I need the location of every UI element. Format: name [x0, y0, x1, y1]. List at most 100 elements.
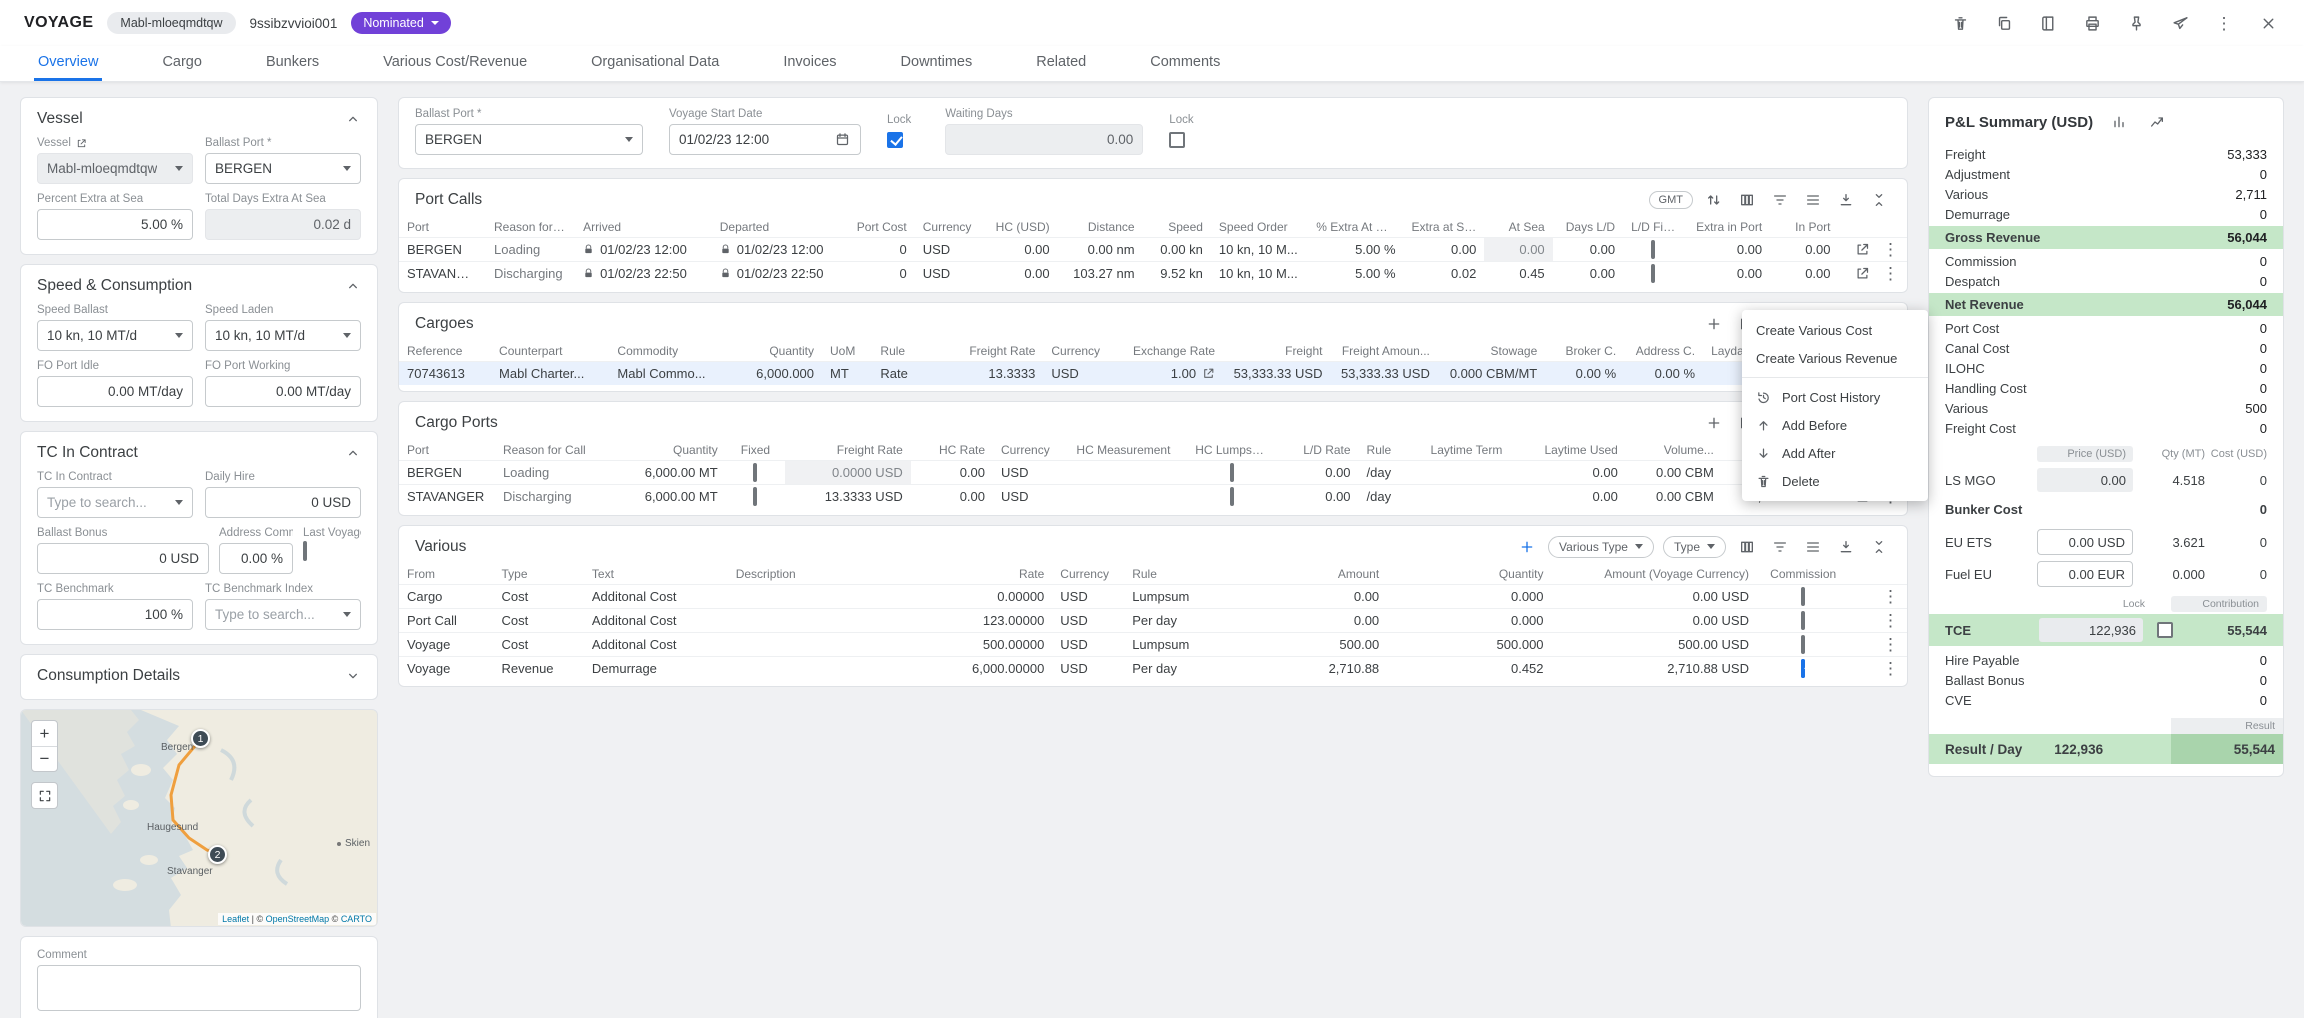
- cell-in-port[interactable]: 0.00: [1770, 238, 1838, 262]
- commission-checkbox[interactable]: [1801, 587, 1805, 606]
- sort-icon[interactable]: [1702, 188, 1726, 212]
- cell-ld-rate[interactable]: 0.00: [1276, 485, 1358, 509]
- col-quantity[interactable]: Quantity: [1387, 564, 1551, 585]
- copy-icon[interactable]: [1992, 11, 2016, 35]
- col-commission[interactable]: Commission: [1757, 564, 1849, 585]
- cell-rate[interactable]: 500.00000: [954, 632, 1053, 656]
- cell-port[interactable]: STAVANGER: [399, 262, 486, 286]
- map-marker-1[interactable]: 1: [191, 729, 210, 748]
- cell-volume[interactable]: 0.00 CBM: [1626, 461, 1722, 485]
- cell-volume[interactable]: 0.00 CBM: [1626, 485, 1722, 509]
- cell-freight-amount[interactable]: 53,333.33 USD: [1330, 361, 1437, 385]
- open-row-icon[interactable]: [1855, 266, 1870, 281]
- cell-amount-voyage-currency[interactable]: 2,710.88 USD: [1552, 656, 1757, 680]
- cell-rule[interactable]: /day: [1359, 485, 1423, 509]
- cell-rate[interactable]: 6,000.00000: [954, 656, 1053, 680]
- cell-description[interactable]: [728, 608, 954, 632]
- book-icon[interactable]: [2036, 11, 2060, 35]
- cell-port-cost[interactable]: 0: [848, 262, 914, 286]
- cell-description[interactable]: [728, 656, 954, 680]
- cell-rule[interactable]: /day: [1359, 461, 1423, 485]
- fixed-checkbox[interactable]: [753, 463, 757, 482]
- cell-extra-in-port[interactable]: 0.00: [1683, 262, 1770, 286]
- cell-hc[interactable]: 0.00: [983, 262, 1058, 286]
- col-currency[interactable]: Currency: [915, 217, 983, 238]
- route-map[interactable]: + − 1 2 Bergen Haugesund Stavanger Skien…: [20, 709, 378, 927]
- various-type-filter[interactable]: Various Type: [1548, 536, 1654, 558]
- cell-from[interactable]: Voyage: [399, 656, 494, 680]
- cell-from[interactable]: Voyage: [399, 632, 494, 656]
- col-amount[interactable]: Amount: [1223, 564, 1387, 585]
- tab-invoices[interactable]: Invoices: [779, 46, 840, 81]
- cell-address-c[interactable]: 0.00 %: [1624, 361, 1703, 385]
- cell-ld-rate[interactable]: 0.00: [1276, 461, 1358, 485]
- tc-contract-field[interactable]: Type to search...: [37, 487, 193, 518]
- close-icon[interactable]: [2256, 11, 2280, 35]
- add-cargo-port-icon[interactable]: [1702, 411, 1726, 435]
- tab-comments[interactable]: Comments: [1146, 46, 1224, 81]
- cell-port[interactable]: STAVANGER: [399, 485, 495, 509]
- cell-rate[interactable]: 123.00000: [954, 608, 1053, 632]
- col-fixed[interactable]: Fixed: [726, 440, 785, 461]
- menu-icon[interactable]: [1801, 535, 1825, 559]
- add-various-icon[interactable]: [1515, 535, 1539, 559]
- col-description[interactable]: Description: [728, 564, 954, 585]
- fo-port-working-field[interactable]: 0.00 MT/day: [205, 376, 361, 407]
- cell-commodity[interactable]: Mabl Commo...: [609, 361, 727, 385]
- more-icon[interactable]: ⋮: [2212, 11, 2236, 35]
- cell-rate[interactable]: 0.00000: [954, 584, 1053, 608]
- cell-speed-order[interactable]: 10 kn, 10 M...: [1211, 238, 1308, 262]
- port-call-row[interactable]: BERGEN Loading 01/02/23 12:00 01/02/23 1…: [399, 238, 1907, 262]
- type-filter[interactable]: Type: [1663, 536, 1726, 558]
- columns-icon[interactable]: [1735, 535, 1759, 559]
- cell-amount-voyage-currency[interactable]: 500.00 USD: [1552, 632, 1757, 656]
- col-stowage[interactable]: Stowage: [1438, 341, 1545, 362]
- zoom-in-button[interactable]: +: [32, 721, 57, 746]
- cell-days-ld[interactable]: 0.00: [1553, 238, 1623, 262]
- col-pct-extra[interactable]: % Extra At Sea: [1308, 217, 1403, 238]
- ballast-port-field[interactable]: BERGEN: [205, 153, 361, 184]
- cell-from[interactable]: Port Call: [399, 608, 494, 632]
- cell-amount[interactable]: 0.00: [1223, 608, 1387, 632]
- ld-fixed-checkbox[interactable]: [1651, 264, 1655, 283]
- comment-input[interactable]: [37, 965, 361, 1011]
- cell-amount[interactable]: 500.00: [1223, 632, 1387, 656]
- chevron-up-icon[interactable]: [345, 445, 361, 461]
- cargo-port-row[interactable]: BERGEN Loading 6,000.00 MT 0.0000 USD 0.…: [399, 461, 1907, 485]
- cell-quantity[interactable]: 6,000.00 MT: [616, 485, 726, 509]
- row-more-icon[interactable]: ⋮: [1882, 241, 1899, 258]
- menu-icon[interactable]: [1801, 188, 1825, 212]
- col-speed-order[interactable]: Speed Order: [1211, 217, 1308, 238]
- tab-downtimes[interactable]: Downtimes: [897, 46, 977, 81]
- cell-description[interactable]: [728, 632, 954, 656]
- cell-pct-extra[interactable]: 5.00 %: [1308, 238, 1403, 262]
- cell-freight[interactable]: 53,333.33 USD: [1223, 361, 1330, 385]
- col-rule[interactable]: Rule: [872, 341, 940, 362]
- open-row-icon[interactable]: [1855, 242, 1870, 257]
- waiting-days-lock-checkbox[interactable]: [1169, 132, 1185, 148]
- last-voyage-checkbox[interactable]: [303, 541, 307, 561]
- cell-hc-measurement[interactable]: [1068, 461, 1187, 485]
- tc-benchmark-field[interactable]: 100 %: [37, 599, 193, 630]
- cell-reason[interactable]: Loading: [486, 238, 575, 262]
- daily-hire-field[interactable]: 0 USD: [205, 487, 361, 518]
- cell-type[interactable]: Cost: [494, 584, 584, 608]
- download-icon[interactable]: [1834, 535, 1858, 559]
- cell-departed[interactable]: 01/02/23 22:50: [712, 262, 849, 286]
- col-rule[interactable]: Rule: [1124, 564, 1223, 585]
- commission-checkbox[interactable]: [1801, 659, 1805, 678]
- status-badge[interactable]: Nominated: [351, 12, 450, 34]
- cell-quantity[interactable]: 6,000.000: [728, 361, 822, 385]
- col-quantity[interactable]: Quantity: [728, 341, 822, 362]
- lsmgo-price-field[interactable]: 0.00: [2037, 468, 2133, 492]
- send-icon[interactable]: [2168, 11, 2192, 35]
- cell-speed[interactable]: 0.00 kn: [1143, 238, 1211, 262]
- cell-text[interactable]: Demurrage: [584, 656, 728, 680]
- cell-type[interactable]: Cost: [494, 632, 584, 656]
- col-port-cost[interactable]: Port Cost: [848, 217, 914, 238]
- cell-reason[interactable]: Discharging: [495, 485, 616, 509]
- cell-extra-in-port[interactable]: 0.00: [1683, 238, 1770, 262]
- collapse-icon[interactable]: [1867, 188, 1891, 212]
- col-amount-voyage-currency[interactable]: Amount (Voyage Currency): [1552, 564, 1757, 585]
- bar-chart-icon[interactable]: [2107, 110, 2131, 134]
